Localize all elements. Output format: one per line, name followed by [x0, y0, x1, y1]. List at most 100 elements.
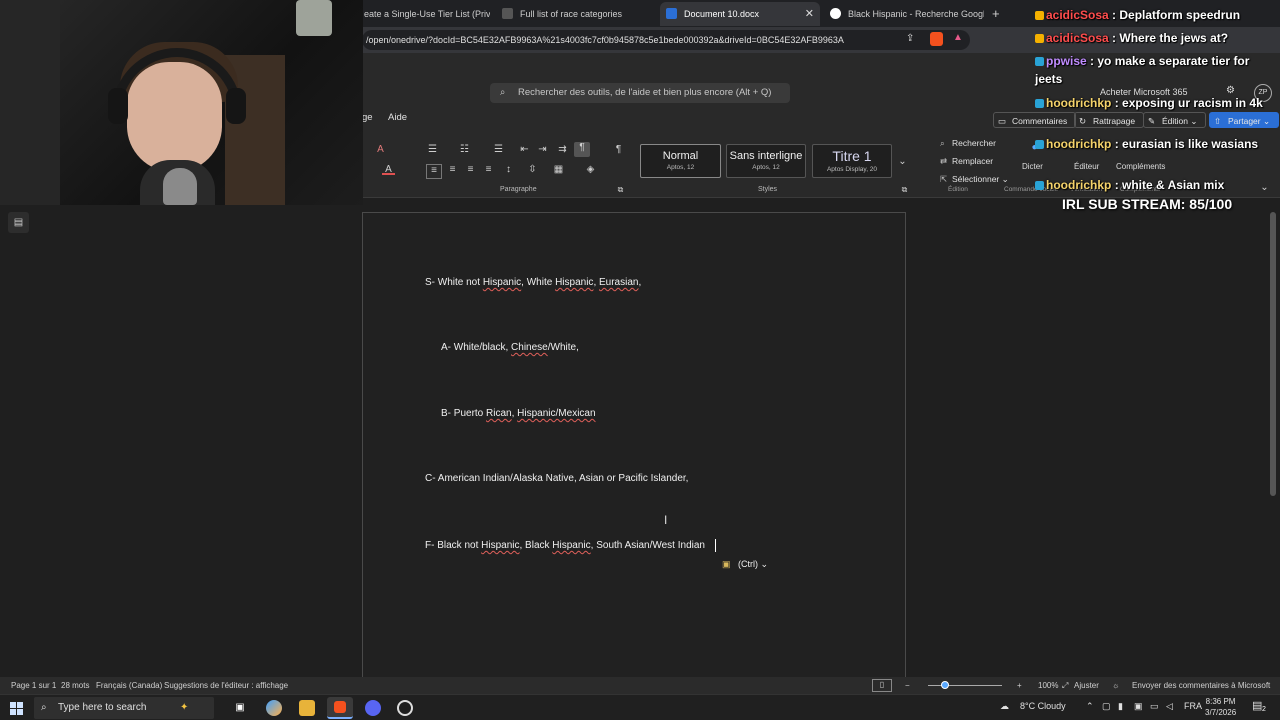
brave-browser-icon[interactable] [327, 697, 353, 719]
bullets-icon[interactable]: ☰ [426, 144, 439, 155]
headphones-left-cup [108, 88, 128, 124]
font-color-icon[interactable]: A [382, 164, 395, 175]
vertical-scrollbar[interactable] [1270, 212, 1276, 496]
tab-google-search[interactable]: Black Hispanic - Recherche Google [824, 2, 984, 26]
network-icon[interactable]: ▭ [1150, 701, 1159, 712]
tray-app-icon[interactable]: ▢ [1102, 701, 1111, 712]
feedback-link[interactable]: Envoyer des commentaires à Microsoft [1132, 681, 1270, 690]
align-center-icon[interactable]: ≡ [446, 164, 459, 175]
navigation-pane-icon[interactable]: ▤ [8, 212, 29, 233]
replace-button[interactable]: ⇄ Remplacer [940, 156, 993, 166]
pilcrow-icon[interactable]: ¶ [612, 144, 625, 155]
style-font: Aptos, 12 [666, 164, 695, 171]
rewards-icon[interactable]: ▲ [953, 32, 963, 43]
text: , [638, 277, 642, 288]
taskbar-search-input[interactable]: ⌕ Type here to search ✦ [34, 697, 214, 719]
url-field[interactable]: /open/onedrive/?docId=BC54E32AFB9963A%21… [362, 30, 970, 50]
menu-help[interactable]: Aide [388, 112, 407, 123]
zoom-in-icon[interactable]: + [1017, 681, 1022, 690]
style-no-spacing[interactable]: Sans interligne Aptos, 12 [726, 144, 806, 178]
obs-icon[interactable] [397, 700, 413, 716]
justify-icon[interactable]: ≡ [482, 164, 495, 175]
editor-suggestions[interactable]: Suggestions de l'éditeur : affichage [164, 681, 288, 690]
new-tab-button[interactable]: + [988, 2, 1008, 26]
copilot-icon[interactable] [266, 700, 282, 716]
style-font: Aptos, 12 [752, 164, 780, 171]
style-normal[interactable]: Normal Aptos, 12 [640, 144, 721, 178]
decrease-indent-icon[interactable]: ⇤ [518, 144, 531, 155]
feedback-icon: ☼ [1112, 681, 1120, 690]
word-count[interactable]: 28 mots [61, 681, 89, 690]
select-button[interactable]: ⇱ Sélectionner ⌄ [940, 174, 1009, 185]
sub-goal-counter: IRL SUB STREAM: 85/100 [1062, 196, 1233, 212]
language-indicator[interactable]: Français (Canada) [96, 681, 162, 690]
text: , White [521, 277, 556, 288]
increase-indent-icon[interactable]: ⇥ [536, 144, 549, 155]
tab-label: Black Hispanic - Recherche Google [848, 9, 984, 19]
style-heading-1[interactable]: Titre 1 Aptos Display, 20 [812, 144, 892, 178]
find-label: Rechercher [952, 138, 996, 148]
text: , South Asian/West Indian [590, 540, 705, 551]
sub-badge-icon [1035, 99, 1044, 108]
notification-icon[interactable]: ▤ [1252, 699, 1262, 712]
find-button[interactable]: ⌕ Rechercher [940, 138, 996, 148]
misspelled-word[interactable]: Hispanic [483, 277, 521, 288]
paragraph-launcher-icon[interactable]: ⧉ [614, 184, 627, 195]
misspelled-word[interactable]: Chinese [511, 342, 548, 353]
paste-options-button[interactable]: ▣ (Ctrl) ⌄ [722, 555, 768, 573]
comment-icon: ▭ [998, 116, 1007, 126]
numbering-icon[interactable]: ☷ [458, 144, 471, 155]
misspelled-word[interactable]: Hispanic [481, 540, 519, 551]
tab-label: Document 10.docx [684, 9, 760, 19]
misspelled-word[interactable]: Hispanic/Mexican [517, 408, 595, 419]
tab-document[interactable]: Document 10.docx ✕ [660, 2, 820, 26]
misspelled-word[interactable]: Hispanic [552, 540, 590, 551]
close-tab-icon[interactable]: ✕ [805, 2, 814, 26]
document-page[interactable]: S- White not Hispanic, White Hispanic, E… [362, 212, 906, 678]
tab-race-categories[interactable]: Full list of race categories [496, 2, 656, 26]
clear-format-icon[interactable]: A [374, 144, 387, 155]
menu-page-layout[interactable]: ge [362, 112, 373, 123]
discord-icon[interactable] [365, 700, 381, 716]
misspelled-word[interactable]: Hispanic [555, 277, 593, 288]
clock-time: 8:36 PM [1205, 697, 1236, 706]
system-clock[interactable]: 8:36 PM 3/7/2026 [1205, 696, 1236, 718]
weather-status[interactable]: 8°C Cloudy [1020, 701, 1066, 711]
microphone-tray-icon[interactable]: ▮ [1118, 701, 1123, 712]
misspelled-word[interactable]: Rican [486, 408, 512, 419]
zoom-slider-handle[interactable] [941, 681, 949, 689]
align-left-icon[interactable]: ≡ [426, 164, 442, 179]
align-right-icon[interactable]: ≡ [464, 164, 477, 175]
show-formatting-icon[interactable]: ¶ [574, 142, 590, 157]
input-language[interactable]: FRA [1184, 701, 1202, 711]
google-icon [830, 8, 841, 19]
styles-more-icon[interactable]: ⌄ [896, 156, 909, 167]
ltr-icon[interactable]: ⇉ [556, 144, 569, 155]
file-explorer-icon[interactable] [299, 700, 315, 716]
tray-overflow-icon[interactable]: ⌃ [1086, 701, 1094, 712]
tab-label: Full list of race categories [520, 9, 623, 19]
misspelled-word[interactable]: Eurasian [599, 277, 638, 288]
chat-text: : Where the jews at? [1112, 31, 1229, 45]
zoom-slider[interactable] [928, 685, 1002, 686]
styles-launcher-icon[interactable]: ⧉ [898, 184, 911, 195]
volume-icon[interactable]: ◁ [1166, 701, 1173, 712]
shading-icon[interactable]: ◈ [584, 164, 597, 175]
task-view-icon[interactable]: ▣ [232, 700, 248, 716]
borders-icon[interactable]: ▦ [552, 164, 565, 175]
line-spacing-icon[interactable]: ↕ [502, 164, 515, 175]
page-count[interactable]: Page 1 sur 1 [11, 681, 56, 690]
fit-button[interactable]: Ajuster [1074, 681, 1099, 690]
tray-app-icon[interactable]: ▣ [1134, 701, 1143, 712]
brave-shield-icon[interactable] [930, 32, 943, 46]
text: F- Black not [425, 540, 482, 551]
share-icon[interactable]: ⇪ [906, 33, 914, 44]
search-placeholder: Type here to search [58, 702, 147, 713]
windows-start-icon[interactable] [10, 702, 23, 715]
paragraph-spacing-icon[interactable]: ⇳ [526, 164, 539, 175]
command-search-input[interactable]: ⌕ Rechercher des outils, de l'aide et bi… [490, 83, 790, 103]
zoom-out-icon[interactable]: − [905, 681, 910, 690]
zoom-level[interactable]: 100% [1038, 681, 1058, 690]
view-mode-icon[interactable]: ▯ [872, 679, 892, 692]
multilevel-list-icon[interactable]: ☰ [492, 144, 505, 155]
